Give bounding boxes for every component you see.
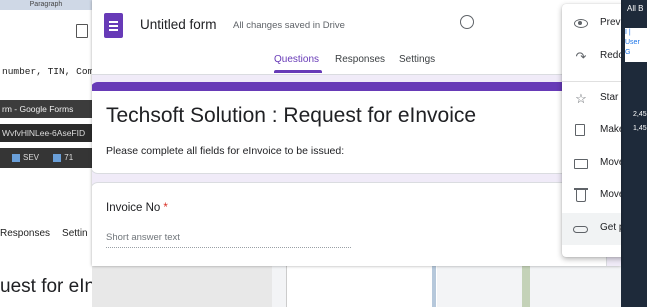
tab-responses[interactable]: Responses <box>335 54 385 65</box>
background-tab-responses[interactable]: Responses <box>0 228 50 239</box>
link-icon <box>573 226 588 233</box>
background-divider <box>432 266 436 307</box>
background-form-tabs: Responses Settin <box>0 228 92 239</box>
star-icon: ☆ <box>575 91 587 106</box>
forms-header: Untitled form All changes saved in Drive… <box>92 0 621 75</box>
form-heading[interactable]: Techsoft Solution : Request for eInvoice <box>106 104 476 128</box>
bookmark-item[interactable]: 71 <box>53 148 73 168</box>
right-window-box: I | User G <box>625 28 647 62</box>
form-description[interactable]: Please complete all fields for eInvoice … <box>106 145 344 157</box>
document-icon <box>76 24 88 38</box>
question-label: Invoice No * <box>106 202 168 214</box>
browser-url-bar[interactable]: WvfvHlNLee-6AseFID <box>0 124 94 142</box>
ribbon-paragraph-label: Paragraph <box>0 0 92 10</box>
trash-icon <box>574 188 588 202</box>
background-panel <box>286 266 437 307</box>
bookmark-item[interactable]: SEV <box>12 148 39 168</box>
short-answer-placeholder: Short answer text <box>106 232 351 248</box>
menu-item-label: Redo <box>600 50 621 61</box>
right-number: 1,45 <box>633 125 647 132</box>
eye-icon <box>574 19 588 28</box>
form-title-input[interactable]: Untitled form <box>140 17 217 32</box>
bookmark-icon <box>12 153 20 162</box>
menu-divider <box>562 81 621 82</box>
menu-item-make-a-copy[interactable]: Make a copy <box>562 115 621 147</box>
menu-item-star[interactable]: ☆ Star <box>562 83 621 115</box>
tab-questions[interactable]: Questions <box>274 54 319 65</box>
forms-logo-icon[interactable] <box>104 13 123 38</box>
menu-item-label: Move to folder <box>600 157 621 168</box>
bookmarks-bar: SEV 71 <box>0 148 92 168</box>
menu-item-label: Make a copy <box>600 124 621 135</box>
background-form-heading: uest for eInvoice <box>0 276 92 297</box>
bookmark-icon <box>53 153 62 162</box>
menu-item-label: Get pre-filled link <box>600 222 621 233</box>
background-bottom-strip <box>272 266 621 307</box>
question-card[interactable]: Invoice No * Short answer text <box>92 182 607 266</box>
menu-item-move-to-trash[interactable]: Move to trash <box>562 180 621 212</box>
form-title-card[interactable]: Techsoft Solution : Request for eInvoice… <box>92 82 605 174</box>
redo-icon: ↷ <box>575 49 587 64</box>
background-divider <box>522 266 530 307</box>
background-document-window: Paragraph number, TIN, Com rm - Google F… <box>0 0 94 307</box>
menu-item-move-to-folder[interactable]: Move to folder <box>562 148 621 180</box>
google-forms-window: Untitled form All changes saved in Drive… <box>92 0 621 266</box>
save-status: All changes saved in Drive <box>233 20 345 31</box>
background-tab-settings[interactable]: Settin <box>62 228 88 239</box>
menu-item-get-pre-filled-link[interactable]: Get pre-filled link <box>562 213 621 245</box>
background-mono-text: number, TIN, Com <box>2 66 92 77</box>
right-window-label: All B <box>627 4 644 13</box>
menu-item-label: Preview <box>600 17 621 28</box>
menu-item-preview[interactable]: Preview <box>562 8 621 40</box>
right-number: 2,45 <box>633 111 647 118</box>
required-marker: * <box>163 202 168 214</box>
browser-tab-title[interactable]: rm - Google Forms <box>0 100 94 118</box>
copy-icon <box>575 124 585 136</box>
menu-item-label: Star <box>600 92 619 103</box>
active-tab-indicator <box>274 70 322 73</box>
palette-icon[interactable] <box>460 15 474 29</box>
more-options-menu: Preview ↷ Redo ☆ Star Make a copy Move t… <box>562 4 621 257</box>
menu-item-redo[interactable]: ↷ Redo <box>562 41 621 73</box>
tab-settings[interactable]: Settings <box>399 54 435 65</box>
right-window-numbers: 2,45 1,45 <box>633 108 647 136</box>
menu-item-label: Move to trash <box>600 189 621 200</box>
folder-icon <box>574 159 588 169</box>
background-right-window: All B I | User G 2,45 1,45 <box>621 0 647 307</box>
